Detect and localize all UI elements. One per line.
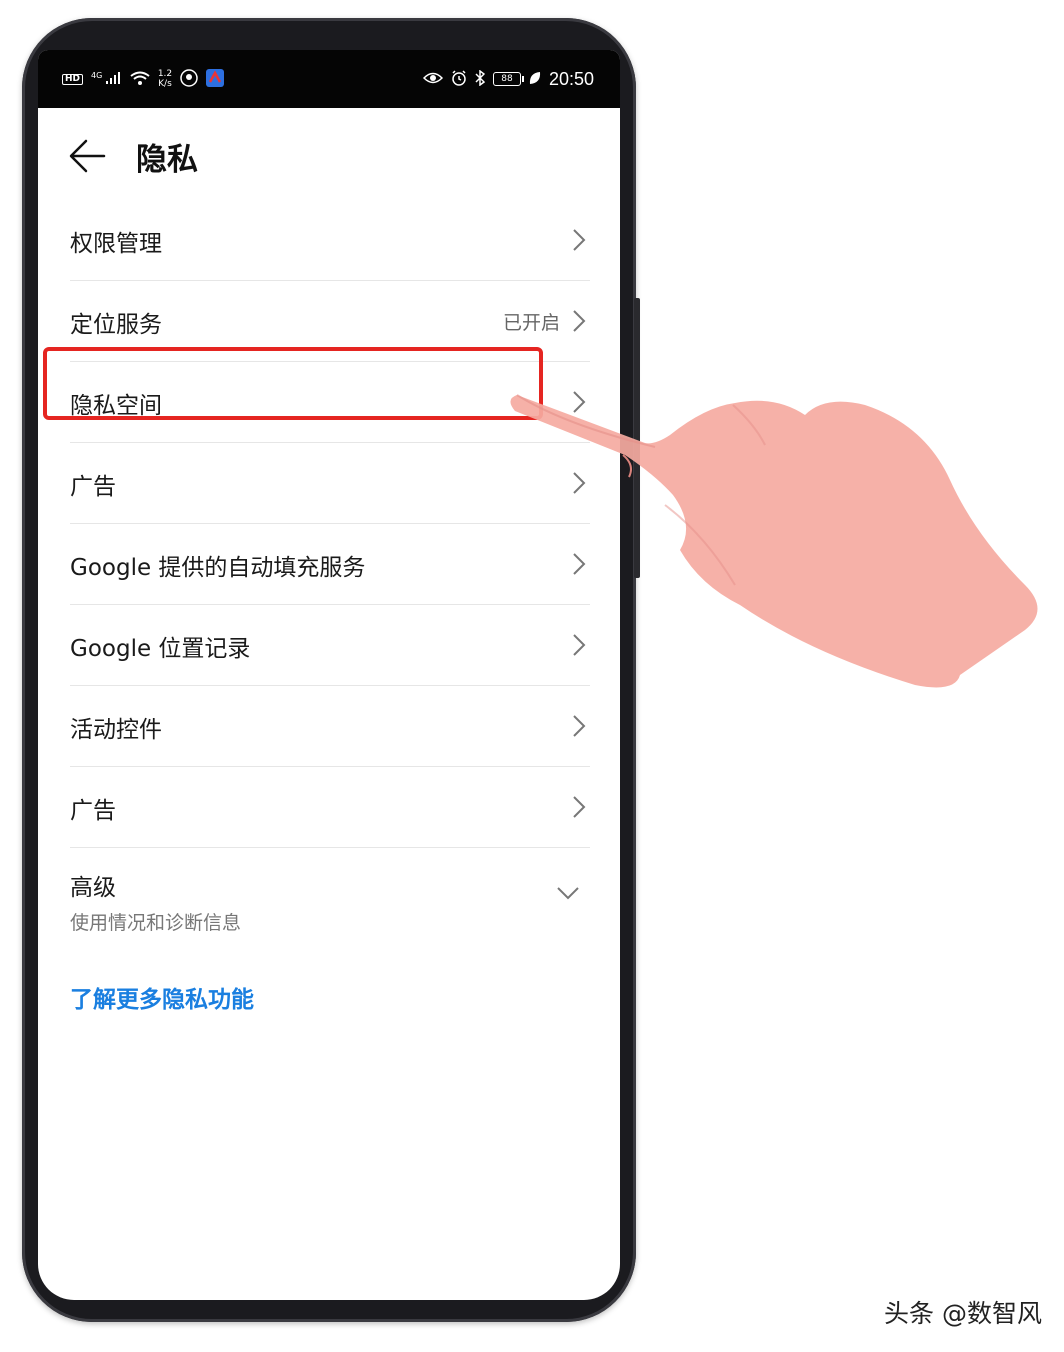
eye-icon	[422, 72, 444, 87]
list-item-label: 活动控件	[70, 717, 162, 743]
list-item-label: 权限管理	[70, 231, 162, 257]
list-item-sublabel: 使用情况和诊断信息	[70, 912, 242, 934]
list-item-label: Google 位置记录	[70, 636, 251, 662]
status-bar: HD 4G 1.2 K/s 88 20:50	[38, 50, 620, 108]
list-item-permission-management[interactable]: 权限管理	[70, 200, 590, 281]
speed-value: 1.2	[157, 69, 173, 79]
battery-icon: 88	[492, 72, 524, 86]
list-item-label: 定位服务	[70, 312, 162, 338]
chevron-right-icon	[573, 310, 586, 332]
list-item-label: 广告	[70, 798, 116, 824]
list-item-label: Google 提供的自动填充服务	[70, 555, 366, 581]
network-speed: 1.2 K/s	[158, 69, 172, 89]
signal-icon: 4G	[91, 72, 122, 86]
app-notification-icon	[180, 68, 198, 90]
list-item-label: 广告	[70, 474, 116, 500]
list-item-advanced[interactable]: 高级 使用情况和诊断信息	[70, 848, 590, 950]
watermark: 头条 @数智风	[884, 1299, 1042, 1328]
clock: 20:50	[548, 68, 594, 89]
pointing-hand-icon	[510, 394, 1038, 688]
app-header: 隐私	[38, 108, 620, 208]
list-item-ads-2[interactable]: 广告	[70, 767, 590, 848]
chevron-down-icon	[557, 887, 579, 900]
network-type: 4G	[91, 71, 103, 80]
highlight-box	[43, 347, 543, 420]
chevron-right-icon	[573, 229, 586, 251]
chevron-right-icon	[573, 715, 586, 737]
app-store-notification-icon	[206, 68, 225, 90]
list-item-activity-controls[interactable]: 活动控件	[70, 686, 590, 767]
alarm-icon	[451, 69, 467, 89]
speed-unit: K/s	[158, 79, 172, 89]
learn-more-privacy-link[interactable]: 了解更多隐私功能	[70, 980, 254, 1014]
back-arrow-icon[interactable]	[68, 136, 108, 176]
wifi-icon	[130, 71, 150, 88]
hd-icon: HD	[62, 73, 84, 85]
chevron-right-icon	[573, 796, 586, 818]
page-title: 隐私	[136, 142, 198, 178]
list-item-label: 高级	[70, 875, 116, 901]
leaf-icon	[529, 71, 541, 88]
bluetooth-icon	[475, 69, 486, 89]
list-item-value: 已开启	[502, 312, 560, 334]
